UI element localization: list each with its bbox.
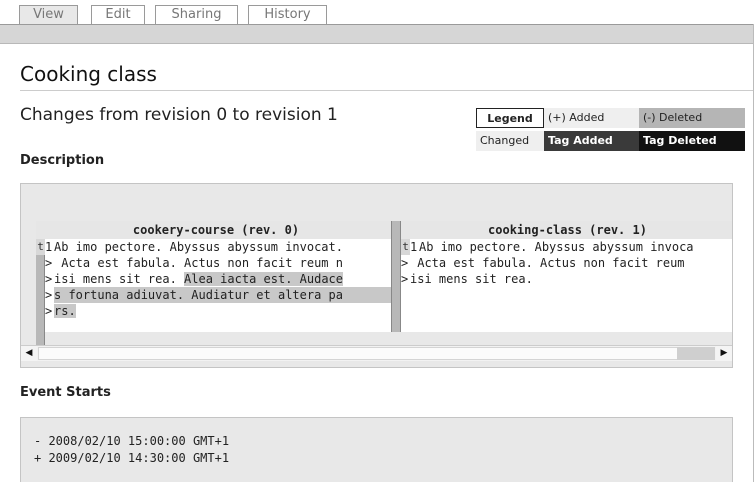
tab-edit[interactable]: Edit <box>91 5 145 24</box>
legend-deleted: (-) Deleted <box>639 108 745 128</box>
diff-box: cookery-course (rev. 0) t 1 Ab imo pecto… <box>20 183 733 368</box>
diff-right-marker: t <box>401 239 410 255</box>
diff-left-line: Acta est fabula. Actus non facit reum n <box>54 256 343 270</box>
horizontal-scrollbar[interactable]: ◀ ▶ <box>21 345 732 361</box>
diff-line-number: > <box>45 272 53 286</box>
tab-sharing[interactable]: Sharing <box>155 5 238 24</box>
changed-text: rs. <box>54 304 76 318</box>
event-new-value: + 2009/02/10 14:30:00 GMT+1 <box>34 451 230 465</box>
diff-line-number: 1 <box>45 240 53 254</box>
scrollbar-track[interactable] <box>38 347 678 360</box>
event-box: - 2008/02/10 15:00:00 GMT+1 + 2009/02/10… <box>20 417 733 482</box>
diff-right-body: t 1 Ab imo pectore. Abyssus abyssum invo… <box>401 239 732 332</box>
diff-left-gutter <box>36 239 45 347</box>
diff-right-line: isi mens sit rea. <box>410 272 533 286</box>
diff-right-header: cooking-class (rev. 1) <box>401 221 732 239</box>
diff-line-number: > <box>45 256 53 270</box>
changed-text: Alea iacta est. Audace <box>184 272 343 286</box>
diff-left-body: t 1 Ab imo pectore. Abyssus abyssum invo… <box>36 239 396 347</box>
description-heading: Description <box>20 153 105 168</box>
diff-left-line-changed: s fortuna adiuvat. Audiatur et altera pa <box>54 287 396 303</box>
diff-line-number: > <box>45 288 53 302</box>
diff-line-number: 1 <box>410 240 418 254</box>
event-starts-heading: Event Starts <box>20 385 111 400</box>
scrollbar-thumb[interactable] <box>677 347 715 360</box>
legend-changed: Changed <box>476 131 544 151</box>
diff-right-column: cooking-class (rev. 1) <box>401 221 732 239</box>
diff-line-number: > <box>45 304 53 318</box>
legend-tag-added: Tag Added <box>544 131 639 151</box>
diff-left-line: rs. <box>54 303 396 319</box>
diff-column-divider <box>391 221 401 332</box>
changes-subtitle: Changes from revision 0 to revision 1 <box>20 105 338 125</box>
event-old-value: - 2008/02/10 15:00:00 GMT+1 <box>34 434 230 448</box>
title-divider <box>20 90 753 91</box>
unchanged-text: isi mens sit rea. <box>54 272 185 286</box>
tab-view[interactable]: View <box>19 5 78 24</box>
scroll-left-icon[interactable]: ◀ <box>21 346 37 361</box>
tab-bar: View Edit Sharing History <box>0 0 754 26</box>
tab-history[interactable]: History <box>248 5 327 24</box>
diff-left-line: Ab imo pectore. Abyssus abyssum invocat. <box>54 240 343 254</box>
tab-band <box>0 24 754 44</box>
diff-left-marker: t <box>36 239 45 255</box>
diff-left-header: cookery-course (rev. 0) <box>36 221 396 239</box>
page-title: Cooking class <box>20 62 157 86</box>
diff-left-line: isi mens sit rea. Alea iacta est. Audace <box>54 271 396 287</box>
legend-tag-deleted: Tag Deleted <box>639 131 745 151</box>
legend-title: Legend <box>476 108 544 128</box>
diff-right-line: Ab imo pectore. Abyssus abyssum invoca <box>419 240 694 254</box>
scroll-right-icon[interactable]: ▶ <box>716 346 732 361</box>
legend-added: (+) Added <box>544 108 639 128</box>
diff-right-line: Acta est fabula. Actus non facit reum <box>410 256 685 270</box>
